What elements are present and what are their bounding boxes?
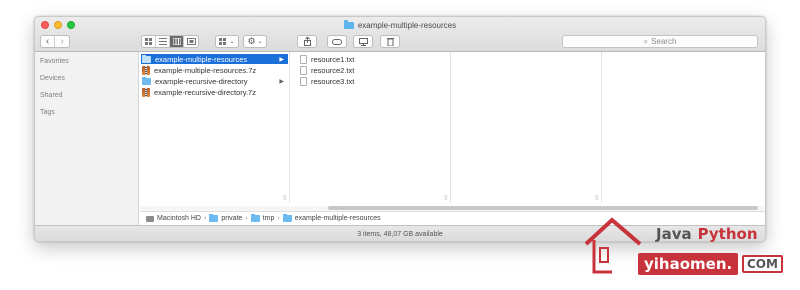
scrollbar-thumb[interactable] — [328, 206, 758, 210]
trash-icon — [386, 38, 394, 46]
arrange-icon — [219, 38, 227, 45]
column-resize-handle[interactable]: || — [283, 195, 286, 201]
icon-view-button[interactable] — [142, 36, 156, 47]
column-1: example-multiple-resources ▶ example-mul… — [140, 52, 290, 203]
path-bar: Macintosh HD › private › tmp › example-m… — [140, 211, 765, 225]
path-segment[interactable]: tmp — [263, 215, 275, 222]
action-button[interactable]: ⚙ ⌄ — [243, 35, 267, 48]
list-view-button[interactable] — [156, 36, 170, 47]
column-resize-handle[interactable]: || — [444, 195, 447, 201]
list-item[interactable]: resource2.txt — [300, 65, 354, 75]
forward-button[interactable]: › — [55, 36, 69, 47]
text-file-icon — [300, 76, 307, 86]
chevron-right-icon: ▶ — [279, 78, 284, 85]
connect-button[interactable] — [353, 35, 373, 48]
item-label: resource1.txt — [311, 54, 355, 64]
archive-icon — [142, 65, 150, 75]
tag-icon — [332, 38, 342, 45]
watermark-line-1: Java Python — [656, 225, 758, 243]
arrange-button[interactable]: ⌄ — [215, 35, 239, 48]
column-4 — [608, 52, 765, 203]
item-label: resource3.txt — [311, 76, 355, 86]
list-item[interactable]: example-multiple-resources.7z — [142, 65, 256, 75]
chevron-right-icon: ▶ — [279, 56, 284, 63]
search-placeholder: Search — [651, 37, 677, 46]
nav-buttons: ‹ › — [40, 35, 70, 48]
column-2: resource1.txt resource2.txt resource3.tx… — [296, 52, 451, 203]
sidebar-section-tags[interactable]: Tags — [40, 109, 55, 116]
item-label: example-recursive-directory — [155, 76, 248, 86]
text-file-icon — [300, 65, 307, 75]
path-segment[interactable]: Macintosh HD — [157, 215, 201, 222]
column-view-button[interactable] — [170, 36, 184, 47]
status-text: 3 items, 48,07 GB available — [357, 231, 443, 238]
chevron-down-icon: ⌄ — [229, 39, 235, 45]
item-label: example-recursive-directory.7z — [154, 87, 256, 97]
tag-button[interactable] — [327, 35, 347, 48]
titlebar: example-multiple-resources ‹ › ⌄ ⚙ ⌄ ⌕ S… — [35, 17, 765, 52]
share-icon — [303, 37, 311, 46]
search-icon: ⌕ — [643, 36, 649, 46]
watermark-domain: yihaomen. — [638, 253, 739, 275]
watermark-java: Java — [656, 225, 692, 243]
back-button[interactable]: ‹ — [41, 36, 55, 47]
view-mode-segment — [141, 35, 199, 48]
sidebar-section-shared[interactable]: Shared — [40, 92, 63, 99]
watermark-python: Python — [697, 225, 758, 243]
archive-icon — [142, 87, 150, 97]
gallery-view-button[interactable] — [184, 36, 198, 47]
folder-icon — [250, 214, 260, 222]
trash-button[interactable] — [380, 35, 400, 48]
list-item[interactable]: example-multiple-resources ▶ — [141, 54, 288, 64]
folder-icon — [282, 214, 292, 222]
column-3: || — [452, 52, 602, 203]
folder-icon — [209, 214, 219, 222]
item-label: example-multiple-resources.7z — [154, 65, 257, 75]
folder-icon — [142, 54, 151, 63]
item-label: resource2.txt — [311, 65, 355, 75]
path-segment[interactable]: example-multiple-resources — [295, 215, 381, 222]
columns-icon — [172, 38, 181, 45]
list-item[interactable]: resource1.txt — [300, 54, 354, 64]
list-item[interactable]: resource3.txt — [300, 76, 354, 86]
grid-icon — [145, 38, 152, 45]
list-item[interactable]: example-recursive-directory ▶ — [142, 76, 288, 86]
path-segment[interactable]: private — [221, 215, 242, 222]
finder-window: example-multiple-resources ‹ › ⌄ ⚙ ⌄ ⌕ S… — [34, 16, 766, 242]
folder-icon — [343, 20, 354, 29]
search-field[interactable]: ⌕ Search — [562, 35, 758, 48]
display-icon — [358, 37, 368, 46]
column-resize-handle[interactable]: || — [595, 195, 598, 201]
folder-icon — [142, 76, 151, 85]
chevron-down-icon: ⌄ — [257, 39, 263, 45]
list-icon — [158, 38, 167, 45]
share-button[interactable] — [297, 35, 317, 48]
item-label: example-multiple-resources — [155, 54, 248, 64]
text-file-icon — [300, 54, 307, 64]
chevron-right-icon: › — [203, 215, 207, 222]
sidebar-section-favorites[interactable]: Favorites — [40, 58, 69, 65]
chevron-right-icon: › — [245, 215, 248, 222]
sidebar: Favorites Devices Shared Tags — [35, 52, 139, 241]
sidebar-section-devices[interactable]: Devices — [40, 75, 65, 82]
gear-icon: ⚙ — [247, 36, 256, 46]
list-item[interactable]: example-recursive-directory.7z — [142, 87, 256, 97]
chevron-right-icon: › — [277, 215, 280, 222]
watermark-house-icon — [584, 217, 642, 274]
hard-drive-icon — [146, 215, 154, 222]
watermark-com: COM — [742, 255, 783, 273]
gallery-icon — [186, 38, 196, 45]
window-title-text: example-multiple-resources — [357, 21, 457, 30]
window-title: example-multiple-resources — [35, 20, 765, 30]
